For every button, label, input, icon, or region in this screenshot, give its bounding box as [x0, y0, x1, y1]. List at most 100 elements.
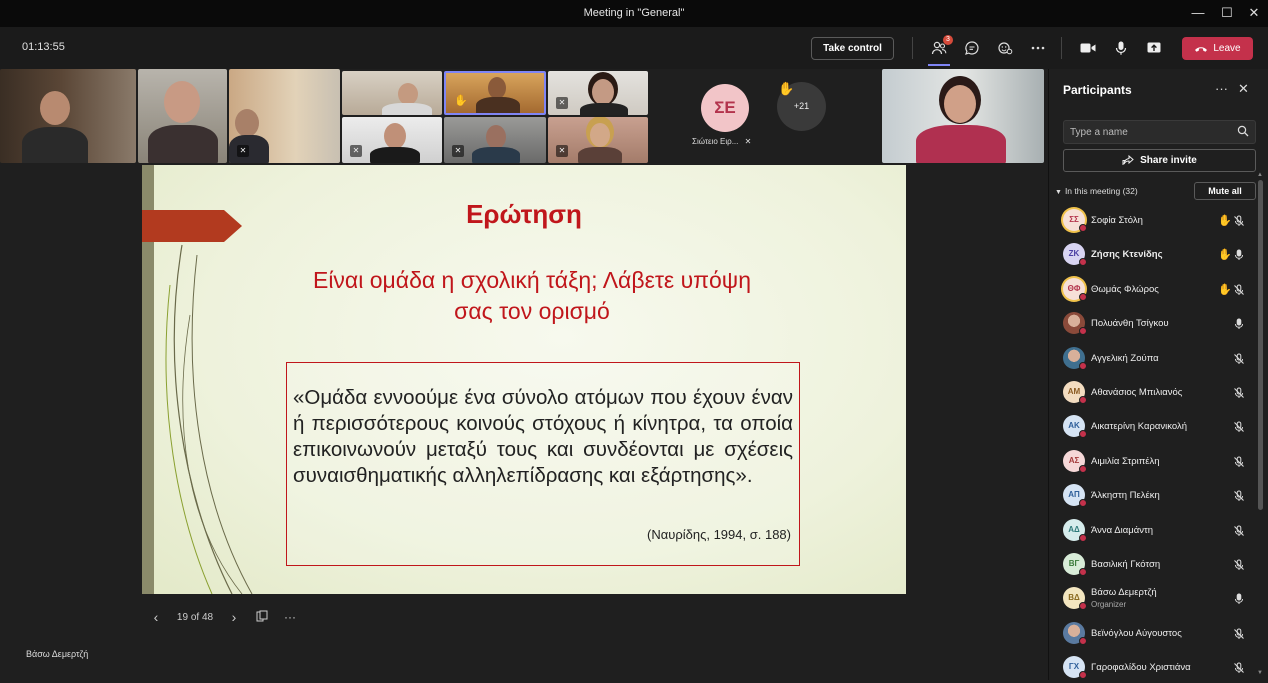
more-actions-button[interactable] — [1027, 37, 1049, 59]
video-tile[interactable]: ✕ — [548, 71, 648, 115]
participant-face — [384, 123, 406, 149]
share-screen-button[interactable] — [1143, 37, 1165, 59]
presence-status-icon — [1079, 327, 1087, 336]
muted-mic-icon[interactable] — [1233, 490, 1245, 502]
participant-body — [578, 147, 622, 163]
muted-mic-icon[interactable] — [1233, 353, 1245, 365]
muted-mic-icon[interactable] — [1233, 628, 1245, 640]
participant-row[interactable]: ΑΚ Αικατερίνη Καρανικολή — [1063, 412, 1259, 442]
participant-search-input[interactable] — [1070, 124, 1230, 140]
muted-mic-icon[interactable] — [1233, 662, 1245, 674]
video-gallery: ✕ ✕ ✋ ✕ ✕ ✕ — [0, 69, 1048, 163]
participant-body — [382, 103, 432, 115]
participant-row[interactable]: ΖΚ Ζήσης Κτενίδης ✋ — [1063, 240, 1259, 270]
leave-button[interactable]: Leave — [1182, 37, 1253, 60]
slide-page-indicator: 19 of 48 — [176, 611, 214, 623]
presence-status-icon — [1079, 602, 1087, 611]
participants-scrollbar[interactable] — [1258, 180, 1263, 510]
participant-row[interactable]: Πολυάνθη Τσίγκου — [1063, 309, 1259, 339]
participant-body — [370, 147, 420, 163]
participant-name: Αγγελική Ζούπα — [1091, 352, 1159, 364]
participant-face — [486, 125, 506, 149]
previous-slide-button[interactable]: ‹ — [142, 609, 170, 625]
close-panel-icon[interactable]: ✕ — [1238, 81, 1249, 97]
slides-pane-icon — [256, 610, 268, 621]
muted-mic-icon[interactable] — [1233, 215, 1245, 227]
microphone-icon[interactable] — [1233, 318, 1245, 330]
video-tile[interactable]: ✕ — [229, 69, 340, 163]
camera-button[interactable] — [1077, 37, 1099, 59]
presence-status-icon — [1079, 636, 1087, 645]
microphone-icon — [1115, 41, 1127, 55]
muted-mic-icon[interactable] — [1233, 421, 1245, 433]
participants-badge: 3 — [943, 35, 953, 45]
participant-tile-name: Σιώτειο Ειρ... ✕ — [692, 137, 751, 146]
close-window-button[interactable]: ✕ — [1240, 4, 1268, 22]
muted-mic-icon[interactable] — [1233, 387, 1245, 399]
video-tile[interactable] — [882, 69, 1044, 163]
participant-name: Σοφία Στόλη — [1091, 215, 1143, 226]
muted-mic-icon[interactable] — [1233, 525, 1245, 537]
video-tile[interactable] — [138, 69, 227, 163]
presence-status-icon — [1079, 671, 1087, 680]
chat-button[interactable] — [961, 37, 983, 59]
muted-mic-icon[interactable] — [1233, 456, 1245, 468]
in-meeting-count: In this meeting (32) — [1064, 186, 1138, 196]
panel-more-options-icon[interactable]: ··· — [1215, 81, 1228, 96]
video-tile[interactable]: ✕ — [548, 117, 648, 163]
participant-row[interactable]: ΒΔ Βάσω Δεμερτζή Organizer — [1063, 584, 1259, 614]
participant-row[interactable]: ΒΓ Βασιλική Γκότση — [1063, 550, 1259, 580]
participant-avatar: ΖΚ — [1063, 243, 1087, 267]
search-icon[interactable] — [1237, 125, 1249, 137]
participant-avatar — [1063, 621, 1087, 645]
raised-hand-icon: ✋ — [778, 81, 795, 96]
take-control-button[interactable]: Take control — [811, 37, 894, 60]
participant-row[interactable]: ΑΔ Άννα Διαμάντη — [1063, 516, 1259, 546]
participant-face — [944, 85, 976, 123]
minimize-button[interactable]: — — [1184, 4, 1212, 22]
participant-avatar[interactable]: ΣΕ — [701, 84, 749, 132]
presence-status-icon — [1079, 499, 1087, 508]
participant-row[interactable]: ΑΠ Άλκηστη Πελέκη — [1063, 481, 1259, 511]
participant-name: Βάσω Δεμερτζή — [1091, 587, 1157, 599]
video-tile-active-speaker[interactable]: ✋ — [444, 71, 546, 115]
microphone-button[interactable] — [1110, 37, 1132, 59]
reactions-button[interactable] — [994, 37, 1016, 59]
share-invite-button[interactable]: Share invite — [1063, 149, 1256, 172]
presence-status-icon — [1079, 224, 1087, 232]
in-meeting-section-header[interactable]: ▼ In this meeting (32) — [1055, 186, 1138, 196]
participant-row[interactable]: ΓΧ Γαροφαλίδου Χριστιάνα — [1063, 653, 1259, 683]
slide-title: Ερώτηση — [466, 199, 582, 229]
video-tile[interactable] — [342, 71, 442, 115]
participant-row[interactable]: ΑΜ Αθανάσιος Μπιλιανός — [1063, 378, 1259, 408]
participant-row[interactable]: ΑΣ Αιμιλία Στριπέλη — [1063, 447, 1259, 477]
scroll-up-arrow[interactable]: ▲ — [1257, 172, 1263, 178]
microphone-icon[interactable] — [1233, 593, 1245, 605]
video-tile[interactable]: ✕ — [342, 117, 442, 163]
participant-row[interactable]: ΣΣ Σοφία Στόλη ✋ — [1063, 206, 1259, 236]
video-tile[interactable] — [0, 69, 136, 163]
meeting-timer: 01:13:55 — [22, 41, 65, 53]
participant-name: Άλκηστη Πελέκη — [1091, 490, 1160, 502]
meeting-toolbar: 01:13:55 Take control 3 Leave — [0, 27, 1268, 69]
slide-more-options-button[interactable]: ··· — [276, 610, 304, 624]
video-tile[interactable]: ✕ — [444, 117, 546, 163]
muted-mic-icon[interactable] — [1233, 284, 1245, 296]
participant-row[interactable]: Αγγελική Ζούπα — [1063, 344, 1259, 374]
participant-avatar: ΑΠ — [1063, 484, 1087, 508]
next-slide-button[interactable]: › — [220, 609, 248, 625]
mute-all-button[interactable]: Mute all — [1194, 182, 1256, 200]
presence-status-icon — [1079, 361, 1087, 370]
participants-button[interactable]: 3 — [928, 35, 953, 66]
muted-mic-icon[interactable] — [1233, 559, 1245, 571]
participant-row[interactable]: ΘΦ Θωμάς Φλώρος ✋ — [1063, 275, 1259, 305]
maximize-button[interactable]: ☐ — [1213, 4, 1241, 22]
participant-name: Άννα Διαμάντη — [1091, 524, 1153, 536]
muted-mic-icon: ✕ — [556, 97, 568, 109]
participant-row[interactable]: Βεϊνόγλου Αύγουστος — [1063, 619, 1259, 649]
muted-mic-icon: ✕ — [237, 145, 249, 157]
scroll-down-arrow[interactable]: ▼ — [1257, 670, 1263, 676]
slide-panel-button[interactable] — [248, 610, 276, 625]
microphone-icon[interactable] — [1233, 249, 1245, 261]
participant-name: Αικατερίνη Καρανικολή — [1091, 421, 1187, 433]
